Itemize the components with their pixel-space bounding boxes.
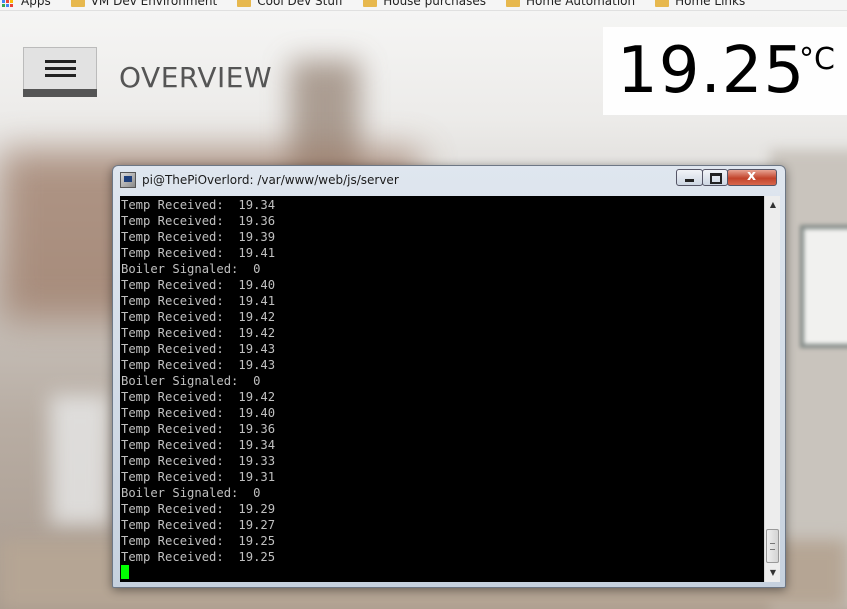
terminal-line: Temp Received: 19.34 — [121, 198, 276, 212]
terminal-cursor — [121, 565, 129, 579]
menu-button[interactable] — [23, 47, 97, 97]
bookmark-label: Apps — [21, 0, 51, 8]
bookmark-label: Cool Dev Stuff — [257, 0, 344, 8]
terminal-line: Temp Received: 19.29 — [121, 502, 276, 516]
terminal-line: Temp Received: 19.27 — [121, 518, 276, 532]
terminal-line: Temp Received: 19.40 — [121, 406, 276, 420]
terminal-line: Temp Received: 19.39 — [121, 230, 276, 244]
terminal-window: pi@ThePiOverlord: /var/www/web/js/server… — [112, 165, 786, 588]
terminal-line: Boiler Signaled: 0 — [121, 486, 261, 500]
terminal-line: Temp Received: 19.34 — [121, 438, 276, 452]
terminal-line: Temp Received: 19.43 — [121, 342, 276, 356]
terminal-scrollbar[interactable]: ▲ ▼ — [764, 196, 780, 582]
bookmarks-bar: Apps VM Dev Environment Cool Dev Stuff H… — [0, 0, 847, 11]
terminal-line: Temp Received: 19.42 — [121, 390, 276, 404]
terminal-line: Temp Received: 19.41 — [121, 246, 276, 260]
terminal-line: Temp Received: 19.42 — [121, 310, 276, 324]
putty-icon[interactable] — [120, 172, 136, 188]
terminal-line: Temp Received: 19.42 — [121, 326, 276, 340]
minimize-button[interactable] — [676, 169, 703, 186]
scroll-up-icon[interactable]: ▲ — [765, 197, 781, 213]
temperature-unit: °C — [799, 42, 835, 77]
temperature-value: 19.25 — [617, 34, 806, 108]
terminal-line: Temp Received: 19.40 — [121, 278, 276, 292]
terminal-line: Temp Received: 19.25 — [121, 550, 276, 564]
terminal-line: Temp Received: 19.33 — [121, 454, 276, 468]
terminal-line: Temp Received: 19.36 — [121, 422, 276, 436]
terminal-line: Boiler Signaled: 0 — [121, 374, 261, 388]
bookmark-label: Home Automation — [525, 0, 636, 8]
bookmark-label: VM Dev Environment — [90, 0, 218, 8]
scroll-down-icon[interactable]: ▼ — [765, 565, 781, 581]
terminal-line: Temp Received: 19.41 — [121, 294, 276, 308]
bookmark-vm-dev-environment[interactable]: VM Dev Environment — [70, 0, 218, 8]
page-title: OVERVIEW — [119, 61, 273, 94]
bookmark-house-purchases[interactable]: House purchases — [363, 0, 486, 8]
close-button[interactable] — [727, 168, 777, 186]
folder-icon — [655, 0, 670, 7]
terminal-console[interactable]: Temp Received: 19.34 Temp Received: 19.36… — [120, 196, 764, 582]
terminal-line: Temp Received: 19.36 — [121, 214, 276, 228]
scrollbar-thumb[interactable] — [766, 529, 779, 563]
bookmark-apps[interactable]: Apps — [0, 0, 51, 8]
terminal-titlebar[interactable]: pi@ThePiOverlord: /var/www/web/js/server — [113, 166, 785, 194]
bookmark-home-links[interactable]: Home Links — [655, 0, 745, 8]
temperature-display: 19.25 °C — [603, 27, 847, 115]
apps-grid-icon — [2, 0, 13, 7]
folder-icon — [363, 0, 378, 7]
bookmark-home-automation[interactable]: Home Automation — [505, 0, 636, 8]
folder-icon — [237, 0, 252, 7]
terminal-output: Temp Received: 19.34 Temp Received: 19.36… — [121, 197, 275, 581]
bookmark-cool-dev-stuff[interactable]: Cool Dev Stuff — [237, 0, 343, 8]
folder-icon — [70, 0, 85, 7]
terminal-line: Temp Received: 19.31 — [121, 470, 276, 484]
terminal-title: pi@ThePiOverlord: /var/www/web/js/server — [142, 173, 399, 187]
bookmark-label: House purchases — [383, 0, 486, 8]
folder-icon — [505, 0, 520, 7]
terminal-line: Temp Received: 19.43 — [121, 358, 276, 372]
terminal-line: Temp Received: 19.25 — [121, 534, 276, 548]
maximize-button[interactable] — [702, 169, 728, 186]
bookmark-label: Home Links — [675, 0, 746, 8]
terminal-line: Boiler Signaled: 0 — [121, 262, 261, 276]
